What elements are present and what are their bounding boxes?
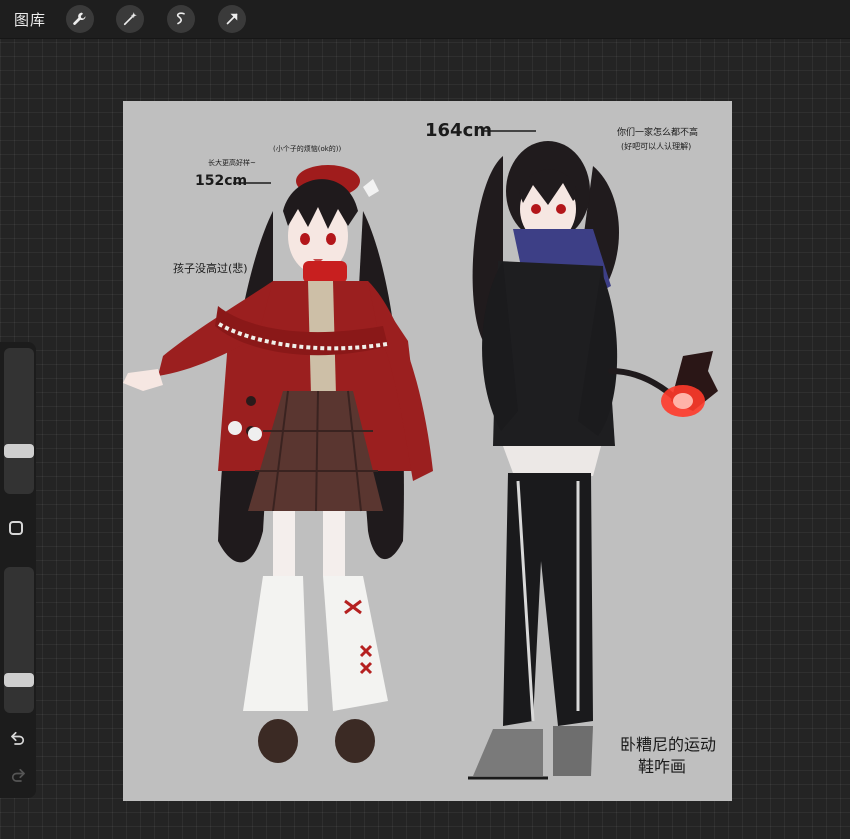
drawing-canvas[interactable]: (小个子的烦恼(ok的)) 长大更高好样~ 152cm 孩子没高过(悲) 164… bbox=[123, 101, 732, 801]
transform-arrow-icon bbox=[226, 13, 238, 25]
note-right-top: 你们一家怎么都不高 bbox=[617, 128, 699, 138]
actions-button[interactable] bbox=[66, 5, 94, 33]
height-label-left: 152cm bbox=[195, 173, 248, 189]
brush-size-thumb[interactable] bbox=[4, 444, 34, 458]
signature-line1: 卧糟尼的运动 bbox=[620, 735, 717, 754]
opacity-slider[interactable] bbox=[4, 567, 34, 713]
note-left-label: 孩子没高过(悲) bbox=[173, 262, 248, 275]
redo-icon[interactable] bbox=[9, 766, 27, 784]
adjustments-button[interactable] bbox=[116, 5, 144, 33]
artwork-illustration bbox=[123, 130, 718, 780]
opacity-thumb[interactable] bbox=[4, 673, 34, 687]
undo-icon[interactable] bbox=[9, 729, 27, 747]
wrench-icon bbox=[73, 12, 86, 25]
left-sidebar bbox=[0, 342, 36, 798]
note-left-mid: 长大更高好样~ bbox=[208, 159, 256, 167]
top-toolbar: 图库 bbox=[0, 0, 850, 39]
modify-square-icon[interactable] bbox=[9, 521, 23, 535]
gallery-button[interactable]: 图库 bbox=[14, 9, 46, 30]
selection-button[interactable] bbox=[167, 5, 195, 33]
height-label-right: 164cm bbox=[425, 120, 492, 141]
transform-button[interactable] bbox=[218, 5, 246, 33]
signature-line2: 鞋咋画 bbox=[638, 757, 687, 776]
magic-wand-icon bbox=[123, 12, 137, 26]
brush-size-slider[interactable] bbox=[4, 348, 34, 494]
note-right-sub: (好吧可以人认理解) bbox=[621, 142, 692, 151]
selection-icon bbox=[176, 12, 185, 25]
note-left-top: (小个子的烦恼(ok的)) bbox=[273, 145, 342, 153]
